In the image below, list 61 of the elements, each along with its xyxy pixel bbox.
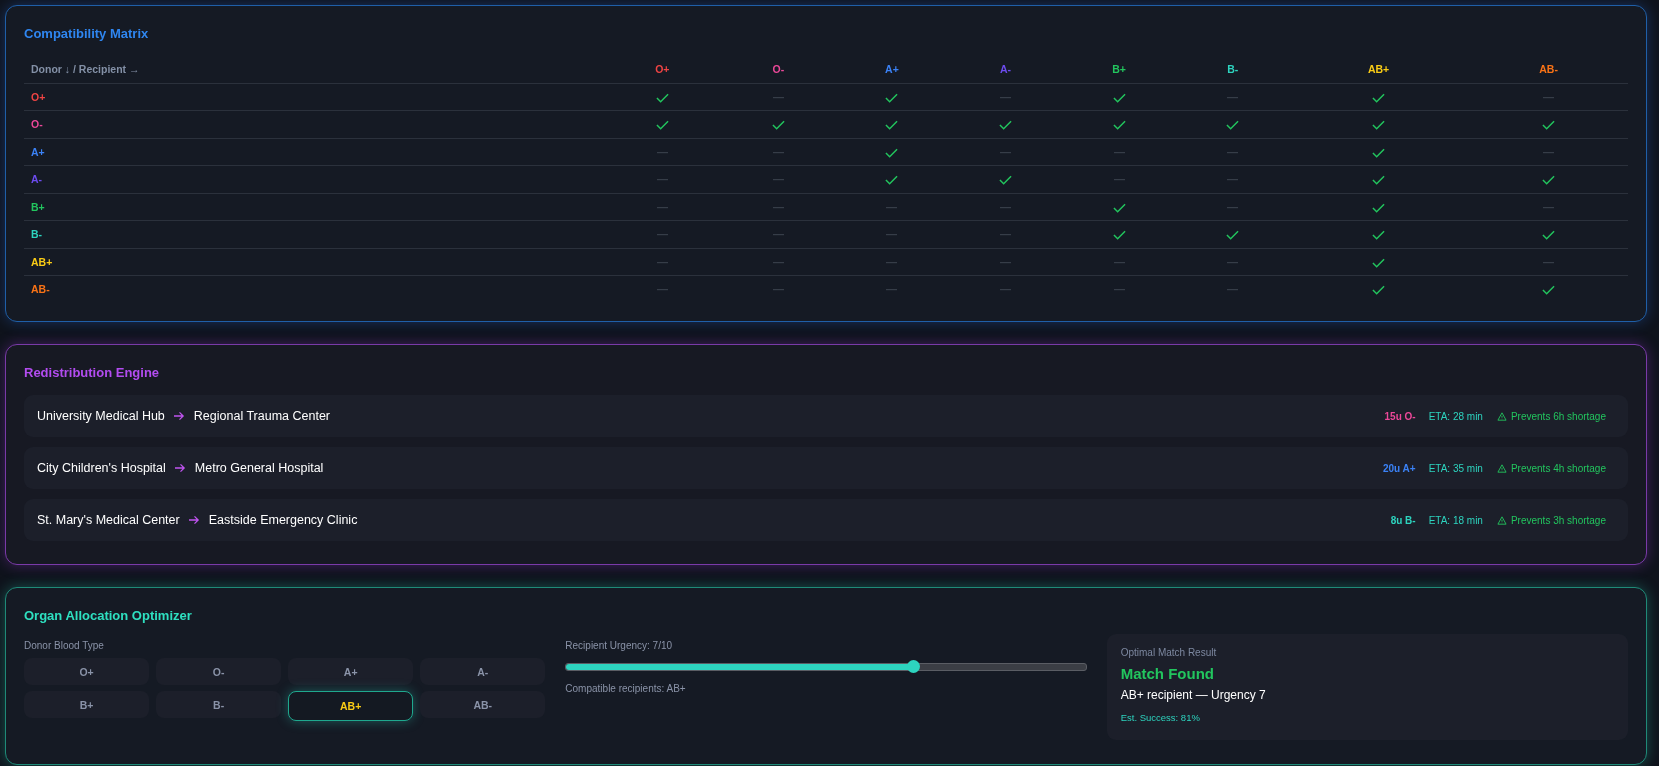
column-header: AB- — [1539, 63, 1558, 76]
destination-hospital: Metro General Hospital — [194, 461, 324, 475]
panel-title: Redistribution Engine — [24, 365, 160, 380]
source-hospital: University Medical Hub — [37, 409, 165, 423]
route-row[interactable]: St. Mary's Medical Center Eastside Emergency Clinic 8u B- ETA: 18 min Prevents 3h shortage — [24, 499, 1628, 541]
row-header: B- — [31, 228, 43, 241]
blood-type-button[interactable]: A- — [420, 658, 546, 685]
row-header: O+ — [31, 90, 46, 103]
column-header: O+ — [655, 63, 670, 76]
route-row[interactable]: University Medical Hub Regional Trauma Center 15u O- ETA: 28 min Prevents 6h shortage — [24, 395, 1628, 437]
column-header: A- — [1000, 63, 1012, 76]
destination-hospital: Eastside Emergency Clinic — [208, 513, 358, 527]
row-header: A+ — [31, 145, 45, 158]
panel-title: Organ Allocation Optimizer — [24, 608, 192, 623]
row-header: AB- — [31, 283, 50, 296]
column-header: B+ — [1112, 63, 1126, 76]
shortage-note: Prevents 6h shortage — [1510, 410, 1606, 422]
urgency-slider[interactable] — [565, 663, 1087, 671]
warning-icon — [1496, 463, 1507, 473]
column-header: AB+ — [1367, 63, 1390, 76]
column-header: Donor ↓ / Recipient → — [31, 63, 140, 76]
slider-thumb[interactable] — [906, 660, 920, 673]
column-header: O- — [772, 63, 785, 76]
warning-icon — [1496, 411, 1507, 421]
eta-label: ETA: 28 min — [1428, 410, 1483, 422]
row-header: B+ — [31, 200, 45, 213]
blood-type-button[interactable]: B+ — [24, 691, 150, 718]
slider-label: Recipient Urgency: 7/10 — [565, 640, 674, 651]
arrow-icon — [188, 515, 200, 525]
route-row[interactable]: City Children's Hospital Metro General Hospital 20u A+ ETA: 35 min Prevents 4h shortage — [24, 447, 1628, 489]
field-label: Donor Blood Type — [24, 640, 105, 651]
success-rate: Est. Success: 81% — [1120, 712, 1201, 723]
blood-type-button[interactable]: B- — [156, 691, 282, 718]
shortage-note: Prevents 4h shortage — [1510, 462, 1606, 474]
units-label: 15u O- — [1384, 410, 1416, 422]
match-detail: AB+ recipient — Urgency 7 — [1120, 688, 1267, 702]
destination-hospital: Regional Trauma Center — [193, 409, 330, 423]
blood-type-button[interactable]: AB- — [420, 691, 546, 718]
source-hospital: St. Mary's Medical Center — [37, 513, 180, 527]
units-label: 20u A+ — [1382, 462, 1416, 474]
column-header: B- — [1227, 63, 1239, 76]
row-header: AB+ — [31, 255, 53, 268]
source-hospital: City Children's Hospital — [37, 461, 166, 475]
blood-type-button[interactable]: A+ — [288, 658, 414, 685]
blood-type-button[interactable]: AB+ — [288, 691, 414, 721]
column-header: A+ — [885, 63, 899, 76]
units-label: 8u B- — [1390, 514, 1416, 526]
eta-label: ETA: 18 min — [1428, 514, 1483, 526]
panel-title: Compatibility Matrix — [24, 26, 149, 41]
match-status: Match Found — [1120, 665, 1215, 682]
result-heading: Optimal Match Result — [1120, 647, 1218, 658]
warning-icon — [1496, 515, 1507, 525]
compatible-recipients: Compatible recipients: AB+ — [565, 683, 687, 694]
blood-type-button[interactable]: O- — [156, 658, 282, 685]
eta-label: ETA: 35 min — [1428, 462, 1483, 474]
arrow-icon — [173, 411, 185, 421]
shortage-note: Prevents 3h shortage — [1510, 514, 1606, 526]
row-header: A- — [31, 173, 43, 186]
arrow-icon — [174, 463, 186, 473]
blood-type-button[interactable]: O+ — [24, 658, 150, 685]
row-header: O- — [31, 118, 43, 131]
